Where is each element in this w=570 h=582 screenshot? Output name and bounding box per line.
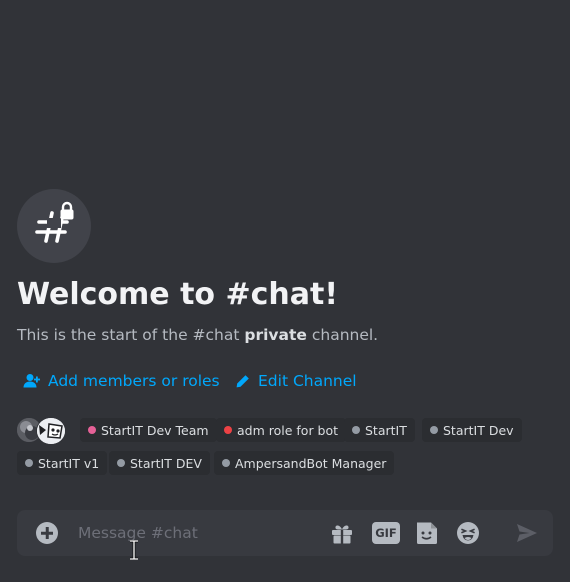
welcome-subtitle-private: private — [244, 326, 307, 344]
role-color-dot — [222, 459, 230, 467]
welcome-subtitle: This is the start of the #chat private c… — [17, 325, 378, 345]
avatar[interactable] — [36, 417, 66, 445]
role-chip[interactable]: StartIT v1 — [17, 451, 108, 475]
add-members-button[interactable]: Add members or roles — [23, 370, 220, 392]
role-name: StartIT v1 — [38, 455, 100, 471]
role-chip[interactable]: StartIT DEV — [109, 451, 210, 475]
role-color-dot — [88, 426, 96, 434]
message-composer[interactable]: Message #chat GIF — [17, 510, 553, 556]
person-add-icon — [23, 373, 40, 389]
role-name: StartIT Dev Team — [101, 422, 209, 438]
role-chip[interactable]: AmpersandBot Manager — [214, 451, 395, 475]
channel-hash-lock-icon — [17, 189, 91, 263]
role-name: adm role for bot — [237, 422, 339, 438]
plus-circle-icon[interactable] — [36, 522, 58, 544]
member-avatars[interactable] — [16, 417, 76, 445]
edit-channel-button[interactable]: Edit Channel — [235, 370, 357, 392]
role-color-dot — [117, 459, 125, 467]
add-members-label: Add members or roles — [48, 372, 220, 390]
role-chip[interactable]: adm role for bot — [216, 418, 347, 442]
pencil-icon — [235, 374, 250, 389]
role-name: StartIT Dev — [443, 422, 514, 438]
welcome-title: Welcome to #chat! — [17, 277, 339, 312]
chat-channel-view: Welcome to #chat! This is the start of t… — [0, 0, 570, 582]
role-name: StartIT DEV — [130, 455, 202, 471]
role-color-dot — [352, 426, 360, 434]
role-chip[interactable]: StartIT Dev — [422, 418, 522, 442]
role-chip[interactable]: StartIT — [344, 418, 415, 442]
role-color-dot — [224, 426, 232, 434]
gift-icon[interactable] — [329, 521, 355, 545]
role-color-dot — [430, 426, 438, 434]
send-icon[interactable] — [514, 521, 540, 545]
role-name: AmpersandBot Manager — [235, 455, 387, 471]
sticker-icon[interactable] — [414, 521, 440, 545]
welcome-subtitle-suffix: channel. — [306, 326, 379, 344]
role-name: StartIT — [365, 422, 407, 438]
role-chip[interactable]: StartIT Dev Team — [80, 418, 217, 442]
welcome-subtitle-prefix: This is the start of the #chat — [17, 326, 245, 344]
gif-icon[interactable]: GIF — [372, 522, 400, 544]
text-cursor-icon — [129, 539, 139, 561]
edit-channel-label: Edit Channel — [258, 372, 357, 390]
role-color-dot — [25, 459, 33, 467]
emoji-icon[interactable] — [455, 521, 481, 545]
